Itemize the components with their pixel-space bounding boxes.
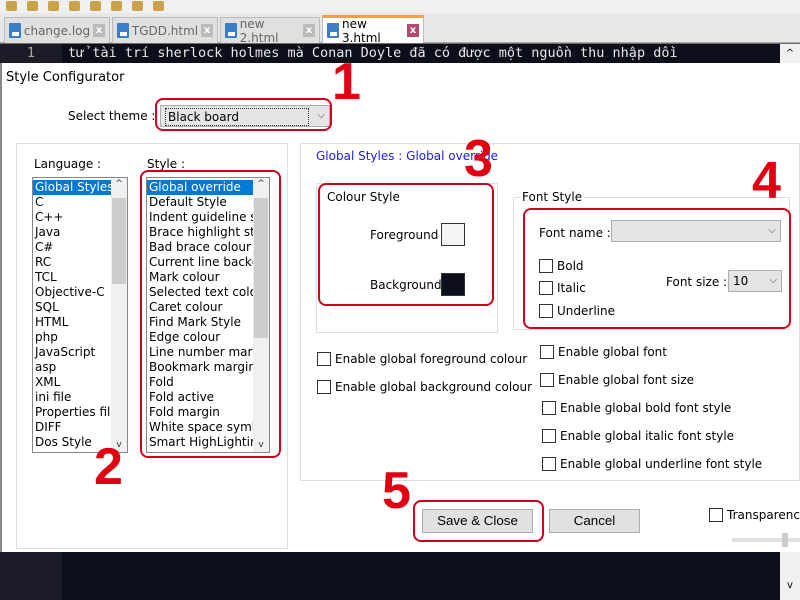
list-item[interactable]: Java — [33, 225, 111, 240]
toolbar-icon[interactable] — [27, 1, 38, 11]
line-text: tử tài trí sherlock holmes mà Conan Doyl… — [68, 45, 678, 61]
annotation-box-1 — [155, 98, 332, 131]
dialog-title: Style Configurator — [6, 70, 125, 85]
list-item[interactable]: RC — [33, 255, 111, 270]
annotation-box-3 — [318, 183, 494, 306]
list-item[interactable]: Properties file — [33, 405, 118, 420]
list-item[interactable]: C# — [33, 240, 111, 255]
transparency-label: Transparency — [727, 508, 800, 522]
enable-global-italic-checkbox[interactable]: Enable global italic font style — [542, 429, 734, 443]
toolbar-icon[interactable] — [90, 1, 101, 11]
checkbox-label: Enable global background colour — [335, 380, 533, 394]
enable-global-font-checkbox[interactable]: Enable global font — [540, 345, 667, 359]
list-item[interactable]: JavaScript — [33, 345, 111, 360]
style-configurator-dialog: Style Configurator Select theme : Black … — [0, 56, 800, 552]
tab-change-log[interactable]: change.log x — [4, 17, 110, 43]
list-item[interactable]: C++ — [33, 210, 111, 225]
line-gutter — [0, 552, 62, 600]
checkbox-label: Enable global foreground colour — [335, 352, 528, 366]
list-item[interactable]: asp — [33, 360, 111, 375]
checkbox-label: Enable global font — [558, 345, 667, 359]
file-icon — [9, 23, 21, 38]
annotation-number-2: 2 — [94, 438, 123, 496]
list-item[interactable]: Global Styles — [33, 180, 114, 195]
tab-label: new 2.html — [239, 16, 279, 45]
toolbar-icon[interactable] — [111, 1, 122, 11]
toolbar-icon[interactable] — [69, 1, 80, 11]
scrollbar[interactable]: ^ v — [111, 178, 127, 452]
checkbox-label: Enable global bold font style — [560, 401, 732, 415]
close-icon[interactable]: x — [93, 24, 105, 37]
annotation-box-5 — [413, 500, 544, 542]
enable-global-underline-checkbox[interactable]: Enable global underline font style — [542, 457, 762, 471]
file-icon — [327, 23, 339, 38]
toolbar — [0, 0, 800, 13]
language-label: Language : — [34, 157, 102, 171]
list-item[interactable]: HTML — [33, 315, 111, 330]
list-item[interactable]: C — [33, 195, 111, 210]
editor-area[interactable] — [0, 552, 780, 600]
transparency-checkbox[interactable]: Transparency — [709, 508, 800, 522]
list-item[interactable]: DIFF — [33, 420, 111, 435]
tab-bar: change.log x TGDD.html x new 2.html x new 3… — [0, 13, 800, 45]
transparency-slider[interactable] — [732, 533, 800, 547]
font-style-title: Font Style — [520, 190, 585, 204]
toolbar-icon[interactable] — [132, 1, 143, 11]
tab-tgdd[interactable]: TGDD.html x — [112, 17, 218, 43]
tab-new-2[interactable]: new 2.html x — [220, 16, 320, 45]
style-label: Style : — [147, 157, 185, 171]
annotation-box-2 — [140, 170, 281, 458]
annotation-number-4: 4 — [752, 152, 781, 210]
list-item[interactable]: TCL — [33, 270, 111, 285]
cancel-button[interactable]: Cancel — [549, 509, 640, 533]
file-icon — [225, 23, 237, 38]
line-number: 1 — [0, 44, 62, 63]
list-item[interactable]: php — [33, 330, 111, 345]
tab-label: TGDD.html — [131, 23, 199, 38]
enable-global-bold-checkbox[interactable]: Enable global bold font style — [542, 401, 731, 415]
annotation-number-1: 1 — [332, 53, 361, 111]
list-item[interactable]: XML — [33, 375, 111, 390]
checkbox-label: Enable global underline font style — [560, 457, 763, 471]
enable-global-font-size-checkbox[interactable]: Enable global font size — [540, 373, 694, 387]
tab-new-3[interactable]: new 3.html x — [322, 15, 424, 45]
select-theme-label: Select theme : — [68, 109, 156, 123]
toolbar-icon[interactable] — [6, 1, 17, 11]
scroll-up-icon[interactable]: ^ — [780, 44, 800, 63]
toolbar-icon[interactable] — [153, 1, 164, 11]
list-item[interactable]: ini file — [33, 390, 111, 405]
file-icon — [117, 23, 129, 38]
toolbar-icon[interactable] — [48, 1, 59, 11]
enable-global-foreground-checkbox[interactable]: Enable global foreground colour — [317, 352, 527, 366]
list-item[interactable]: Objective-C — [33, 285, 111, 300]
list-item[interactable]: SQL — [33, 300, 111, 315]
close-icon[interactable]: x — [303, 24, 315, 37]
enable-global-background-checkbox[interactable]: Enable global background colour — [317, 380, 532, 394]
annotation-box-4 — [523, 208, 791, 329]
close-icon[interactable]: x — [407, 24, 419, 37]
tab-label: change.log — [23, 23, 91, 38]
annotation-number-5: 5 — [382, 462, 411, 520]
language-list[interactable]: Global Styles C C++ Java C# RC TCL Objective-C S… — [32, 177, 128, 453]
annotation-number-3: 3 — [464, 130, 493, 188]
checkbox-label: Enable global font size — [558, 373, 695, 387]
editor-line[interactable]: 1 tử tài trí sherlock holmes mà Conan Doy… — [0, 44, 780, 63]
checkbox-label: Enable global italic font style — [560, 429, 735, 443]
scroll-up-icon[interactable]: ^ — [111, 179, 127, 189]
close-icon[interactable]: x — [201, 24, 213, 37]
tab-label: new 3.html — [341, 16, 381, 45]
scroll-down-icon[interactable]: v — [780, 552, 800, 600]
